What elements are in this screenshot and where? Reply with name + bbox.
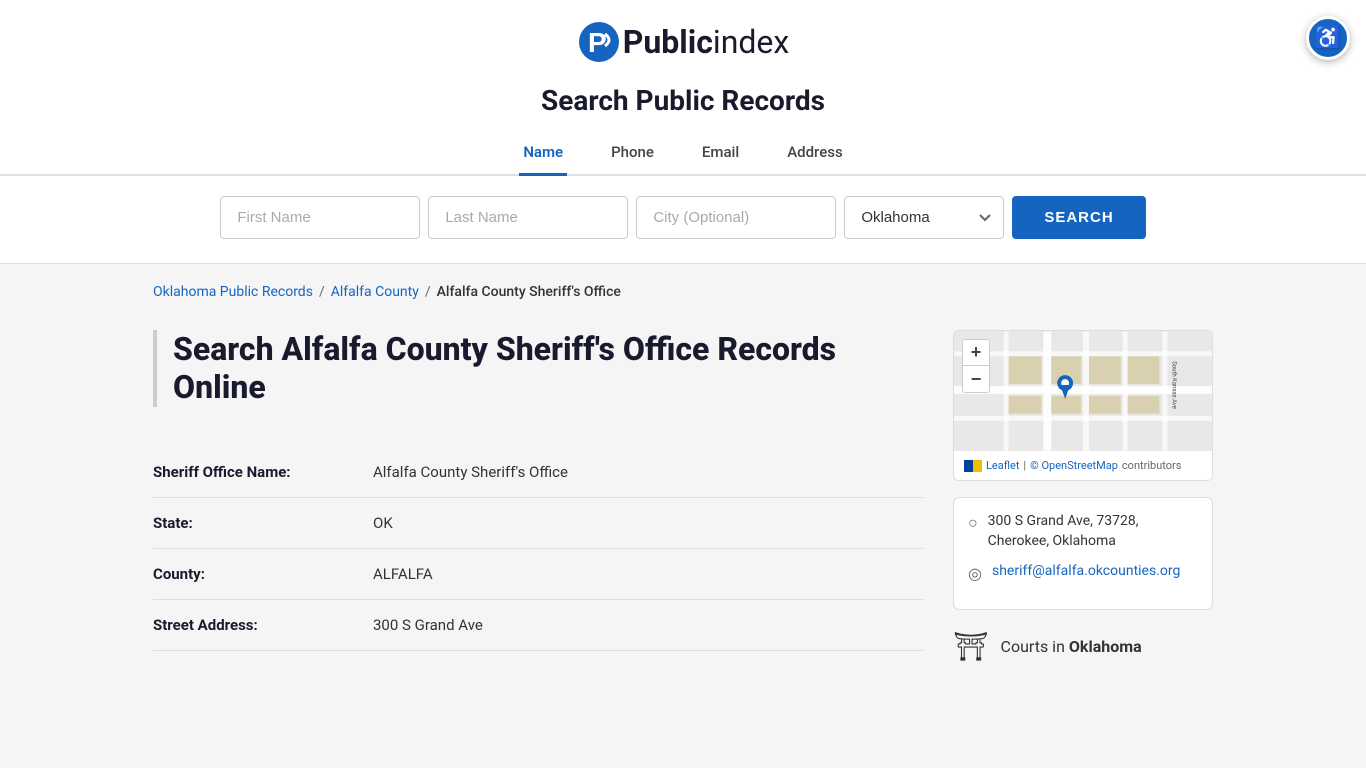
content-left: Search Alfalfa County Sheriff's Office R… (153, 330, 923, 651)
sheriff-label: Sheriff Office Name: (153, 463, 373, 481)
map-zoom-in-button[interactable]: + (963, 340, 989, 366)
heading-text: Search Alfalfa County Sheriff's Office R… (173, 330, 923, 407)
last-name-input[interactable] (428, 196, 628, 239)
content-right: South Kansas Ave + − Leaflet | (953, 330, 1213, 663)
osm-link[interactable]: © OpenStreetMap (1030, 459, 1118, 472)
tab-phone[interactable]: Phone (607, 133, 658, 176)
first-name-input[interactable] (220, 196, 420, 239)
map-pipe: | (1023, 459, 1026, 472)
sheriff-value: Alfalfa County Sheriff's Office (373, 463, 568, 481)
info-row-county: County: ALFALFA (153, 549, 923, 600)
map-contributors: contributors (1122, 459, 1182, 472)
page-heading: Search Alfalfa County Sheriff's Office R… (153, 330, 923, 407)
map-zoom-out-button[interactable]: − (963, 366, 989, 392)
map-controls: + − (962, 339, 990, 393)
main-content: Oklahoma Public Records / Alfalfa County… (133, 264, 1233, 703)
address-text: 300 S Grand Ave, 73728,Cherokee, Oklahom… (988, 512, 1139, 551)
state-value: OK (373, 514, 393, 532)
address-email-row: ◎ sheriff@alfalfa.okcounties.org (968, 563, 1198, 583)
search-button[interactable]: SEARCH (1012, 196, 1145, 239)
logo-icon: P (577, 20, 621, 64)
breadcrumb-link-alfalfa[interactable]: Alfalfa County (331, 284, 419, 300)
accessibility-icon: ♿ (1314, 26, 1341, 51)
search-bar: Oklahoma Alabama Alaska Arizona Arkansas… (0, 176, 1366, 263)
map-svg: South Kansas Ave (954, 331, 1212, 451)
tabs: Name Phone Email Address (0, 133, 1366, 176)
address-card: ○ 300 S Grand Ave, 73728,Cherokee, Oklah… (953, 497, 1213, 610)
courts-text: Courts in Oklahoma (1001, 637, 1142, 656)
logo-public-text: Public (623, 23, 713, 61)
info-row-sheriff: Sheriff Office Name: Alfalfa County Sher… (153, 447, 923, 498)
courts-section: ⛩ Courts in Oklahoma (953, 630, 1213, 663)
email-link[interactable]: sheriff@alfalfa.okcounties.org (992, 563, 1180, 579)
svg-text:South Kansas Ave: South Kansas Ave (1170, 361, 1177, 409)
county-value: ALFALFA (373, 565, 433, 583)
header: P Publicindex Search Public Records Name… (0, 0, 1366, 264)
address-label: Street Address: (153, 616, 373, 634)
accessibility-button[interactable]: ♿ (1306, 16, 1350, 60)
map-footer: Leaflet | © OpenStreetMap contributors (954, 451, 1212, 480)
info-row-address: Street Address: 300 S Grand Ave (153, 600, 923, 651)
map-container: South Kansas Ave + − Leaflet | (953, 330, 1213, 481)
email-at-icon: ◎ (968, 564, 982, 583)
logo-container: P Publicindex (0, 20, 1366, 68)
page-title: Search Public Records (0, 84, 1366, 117)
breadcrumb-sep-1: / (319, 284, 325, 300)
info-row-state: State: OK (153, 498, 923, 549)
tab-address[interactable]: Address (783, 133, 847, 176)
state-label: State: (153, 514, 373, 532)
breadcrumb-sep-2: / (425, 284, 431, 300)
leaflet-link[interactable]: Leaflet (986, 459, 1019, 472)
address-location-row: ○ 300 S Grand Ave, 73728,Cherokee, Oklah… (968, 512, 1198, 551)
logo-index-text: index (713, 23, 789, 61)
tab-name[interactable]: Name (519, 133, 567, 176)
map-visual: South Kansas Ave + − (954, 331, 1212, 451)
breadcrumb: Oklahoma Public Records / Alfalfa County… (153, 284, 1213, 300)
breadcrumb-current: Alfalfa County Sheriff's Office (437, 284, 621, 300)
location-pin-icon: ○ (968, 513, 978, 533)
logo: P Publicindex (577, 20, 790, 64)
address-value: 300 S Grand Ave (373, 616, 483, 634)
svg-text:P: P (588, 27, 607, 58)
city-input[interactable] (636, 196, 836, 239)
county-label: County: (153, 565, 373, 583)
courts-icon: ⛩ (953, 630, 989, 663)
breadcrumb-link-oklahoma[interactable]: Oklahoma Public Records (153, 284, 313, 300)
tab-email[interactable]: Email (698, 133, 743, 176)
state-select[interactable]: Oklahoma Alabama Alaska Arizona Arkansas… (844, 196, 1004, 239)
leaflet-flag (964, 460, 982, 472)
content-layout: Search Alfalfa County Sheriff's Office R… (153, 330, 1213, 663)
